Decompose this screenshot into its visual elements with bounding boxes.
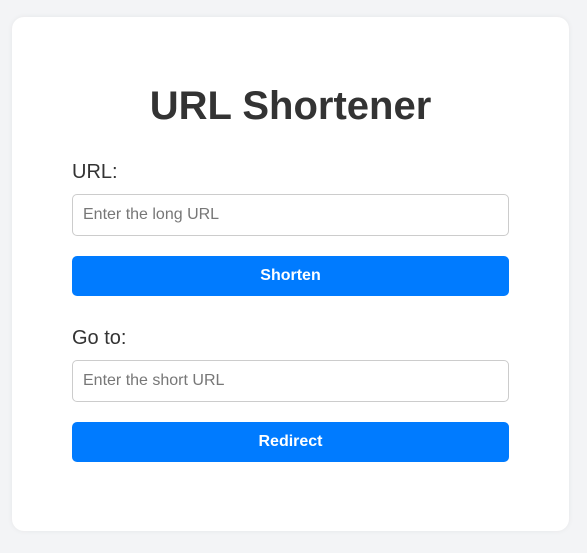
redirect-button[interactable]: Redirect (72, 422, 509, 462)
page-title: URL Shortener (149, 84, 432, 128)
short-url-input[interactable] (72, 360, 509, 402)
url-label: URL: (72, 161, 118, 183)
long-url-input[interactable] (72, 194, 509, 236)
url-shortener-card: URL Shortener URL: Shorten Go to: Redire… (12, 17, 569, 531)
shorten-button[interactable]: Shorten (72, 256, 509, 296)
go-to-label: Go to: (72, 327, 127, 349)
